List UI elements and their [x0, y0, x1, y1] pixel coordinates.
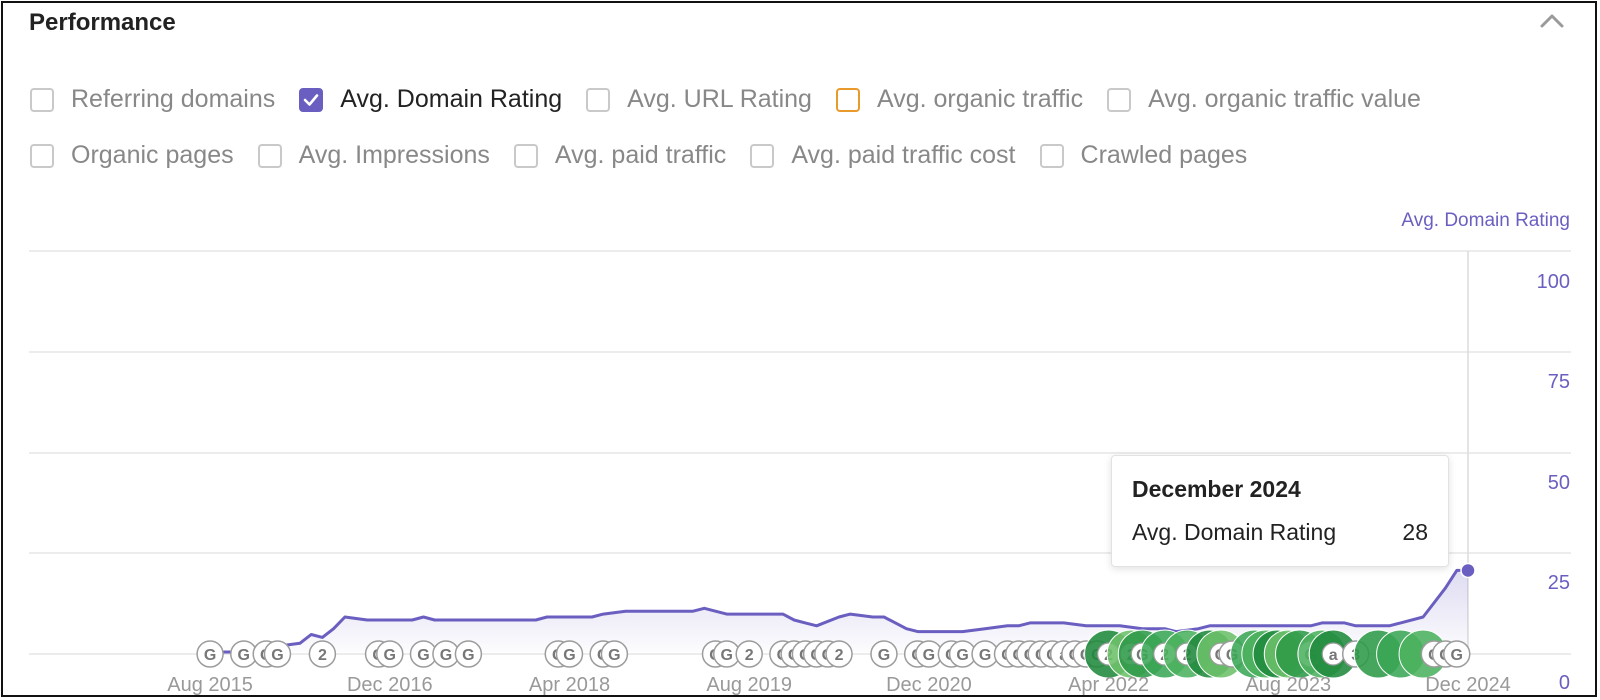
x-tick-label: Dec 2016 [347, 674, 433, 696]
event-marker[interactable]: 2 [825, 640, 853, 668]
y-tick-label: 50 [1548, 472, 1570, 494]
tooltip-title: December 2024 [1132, 476, 1301, 502]
x-tick-label: Apr 2018 [529, 674, 610, 696]
performance-panel: Performance Referring domains Avg. Domain… [1, 1, 1597, 697]
y-axis-title: Avg. Domain Rating [1401, 210, 1570, 231]
marker-label: G [878, 647, 890, 664]
marker-label: G [956, 647, 968, 664]
marker-label: G [462, 647, 474, 664]
event-marker[interactable]: 2 [735, 640, 763, 668]
x-tick-label: Aug 2023 [1245, 674, 1331, 696]
event-marker[interactable]: G [454, 640, 483, 668]
tooltip-value: 28 [1402, 519, 1428, 545]
marker-label: G [440, 647, 452, 664]
marker-label: G [563, 647, 575, 664]
marker-label: 2 [318, 647, 327, 664]
x-tick-label: Dec 2024 [1425, 674, 1511, 696]
event-marker[interactable]: G [555, 640, 584, 668]
event-marker[interactable]: G [376, 640, 404, 668]
y-tick-label: 0 [1559, 672, 1570, 694]
event-marker[interactable]: 2 [308, 640, 337, 668]
marker-label: G [1451, 647, 1463, 664]
x-tick-label: Aug 2015 [167, 674, 253, 696]
marker-label: G [204, 647, 216, 664]
marker-label: G [384, 647, 396, 664]
event-marker[interactable]: G [1443, 640, 1471, 668]
marker-label: G [271, 647, 283, 664]
y-tick-label: 25 [1548, 572, 1570, 594]
chart-tooltip: December 2024 Avg. Domain Rating 28 [1111, 455, 1449, 567]
event-marker[interactable]: G [870, 640, 898, 668]
hover-point[interactable] [1460, 562, 1476, 579]
marker-label: G [608, 647, 620, 664]
marker-label: G [721, 647, 733, 664]
x-tick-label: Dec 2020 [886, 674, 972, 696]
event-marker[interactable]: G [600, 640, 629, 668]
marker-label: G [979, 647, 991, 664]
marker-label: 2 [835, 647, 844, 664]
y-tick-label: 75 [1548, 371, 1570, 393]
x-tick-label: Aug 2019 [706, 674, 792, 696]
marker-label: a [1329, 647, 1338, 664]
marker-label: G [417, 647, 429, 664]
x-tick-label: Apr 2022 [1068, 674, 1149, 696]
y-tick-label: 100 [1537, 271, 1570, 293]
marker-label: G [238, 647, 250, 664]
marker-label: G [923, 647, 935, 664]
event-marker[interactable]: G [263, 640, 292, 668]
marker-label: 2 [745, 647, 754, 664]
domain-rating-chart: Avg. Domain Rating0255075100GGGG2GGGGGGG… [29, 210, 1571, 696]
event-marker[interactable]: G [196, 640, 224, 668]
tooltip-metric-label: Avg. Domain Rating [1132, 519, 1337, 545]
